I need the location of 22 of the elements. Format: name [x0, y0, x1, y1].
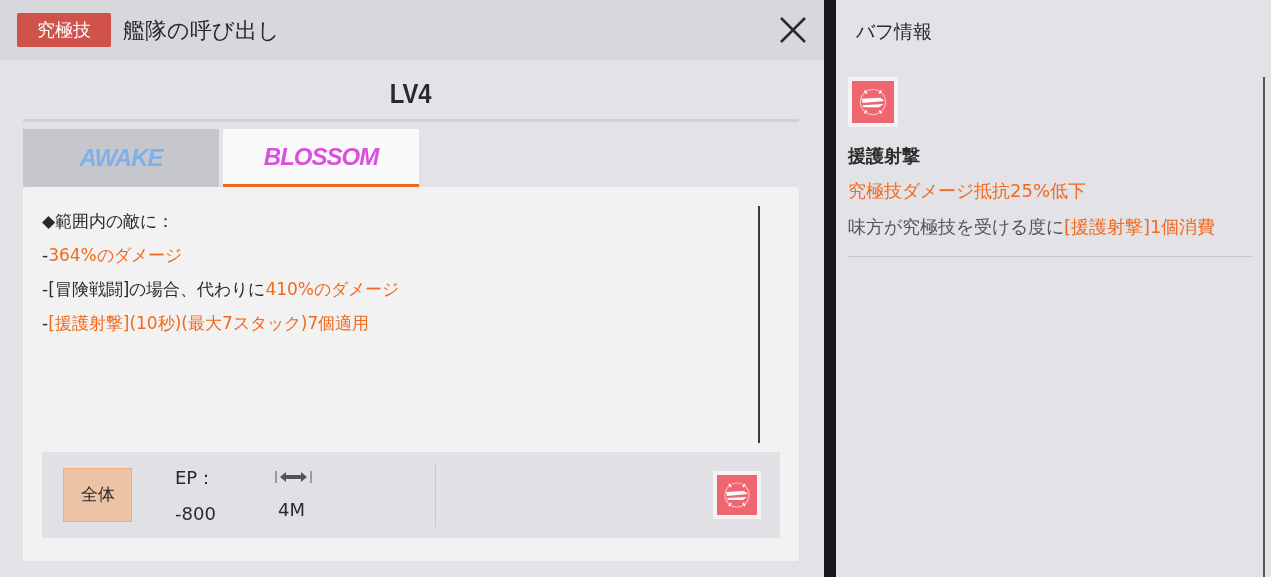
buff-name: 援護射撃: [848, 144, 921, 168]
close-icon[interactable]: [780, 17, 806, 43]
scrollbar[interactable]: [758, 206, 760, 443]
buff-note: 味方が究極技を受ける度に[援護射撃]1個消費: [848, 215, 1217, 239]
ep-label: EP：: [175, 465, 217, 490]
buff-icon[interactable]: [713, 471, 761, 519]
skill-type-badge: 究極技: [17, 13, 111, 47]
description-line: -[冒険戦闘]の場合、代わりに410%のダメージ: [42, 278, 400, 301]
description-line: ◆範囲内の敵に：: [42, 210, 176, 233]
scrollbar[interactable]: [1263, 77, 1265, 577]
range-value: 4M: [278, 498, 305, 522]
range-icon: [275, 470, 312, 484]
skill-name: 艦隊の呼び出し: [123, 16, 280, 45]
description-line: -364%のダメージ: [42, 244, 183, 267]
buff-icon[interactable]: [848, 77, 898, 127]
tab[interactable]: BLOSSOM: [223, 129, 419, 187]
panel-title: バフ情報: [856, 19, 933, 44]
ep-value: -800: [175, 501, 217, 526]
buff-effect: 究極技ダメージ抵抗25%低下: [848, 179, 1087, 203]
target-badge: 全体: [63, 468, 132, 522]
description-line: -[援護射撃](10秒)(最大7スタック)7個適用: [42, 312, 371, 335]
skill-level: LV4: [390, 76, 432, 111]
